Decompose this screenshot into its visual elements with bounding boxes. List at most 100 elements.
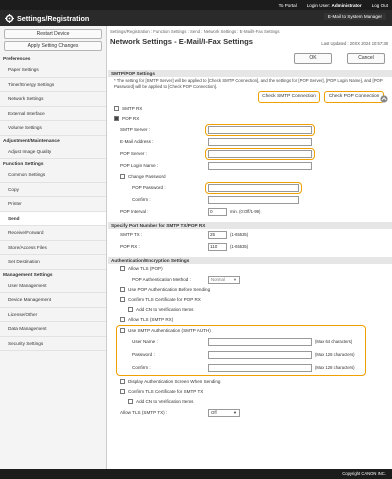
smtp-server-input[interactable]: [208, 125, 312, 134]
logout-link[interactable]: Log Out: [372, 3, 388, 8]
smtp-confirm-input[interactable]: [208, 363, 312, 372]
display-auth-label: Display Authentication Screen When Sendi…: [128, 378, 221, 384]
sidebar-item-timer-energy[interactable]: Timer/Energy Settings: [0, 77, 106, 92]
pop-interval-unit: min. (0:Off/1-99): [230, 208, 261, 214]
sidebar-section-function: Function Settings: [3, 162, 44, 167]
sidebar-item-device-management[interactable]: Device Management: [0, 293, 106, 308]
add-cn-pop-checkbox[interactable]: [128, 306, 133, 312]
pop-confirm-input[interactable]: [208, 195, 299, 204]
display-auth-checkbox[interactable]: [120, 378, 125, 384]
gear-icon: [4, 13, 14, 23]
sidebar-item-security-settings[interactable]: Security Settings: [0, 336, 106, 351]
sidebar-item-send[interactable]: Send: [0, 211, 106, 226]
footer: Copyright CANON INC.: [0, 469, 392, 479]
main-panel: Settings/Registration : Function Setting…: [108, 26, 392, 469]
smtp-confirm-label: Confirm :: [132, 364, 151, 370]
check-smtp-connection-button[interactable]: Check SMTP Connection: [258, 90, 320, 103]
pop-auth-method-select[interactable]: Normal ▼: [208, 275, 240, 284]
pop-login-input[interactable]: [208, 161, 312, 170]
app-title: Settings/Registration: [17, 13, 90, 23]
smtp-tx-port-input[interactable]: 25: [208, 230, 227, 239]
sidebar-item-license-other[interactable]: License/Other: [0, 307, 106, 322]
sidebar-item-receive-forward[interactable]: Receive/Forward: [0, 226, 106, 241]
use-pop-auth-checkbox[interactable]: [120, 286, 125, 292]
pop-rx-checkbox[interactable]: [114, 115, 119, 121]
settings-form: SMTP/POP Settings * The setting for [SMT…: [108, 67, 392, 469]
add-cn-pop-label: Add CN to Verification Items: [136, 306, 194, 312]
sidebar-item-printer[interactable]: Printer: [0, 197, 106, 212]
pop-interval-label: POP Interval :: [120, 208, 149, 214]
email-system-manager-link[interactable]: E-Mail to System Manager: [323, 13, 386, 20]
allow-tls-pop-label: Allow TLS (POP): [128, 265, 163, 271]
user-name-input[interactable]: [208, 337, 312, 346]
use-smtp-auth-checkbox[interactable]: [120, 327, 125, 333]
smtp-pop-note: * The setting for [SMTP Server] will be …: [114, 78, 383, 89]
confirm-tls-pop-checkbox[interactable]: [120, 296, 125, 302]
smtp-password-label: Password :: [132, 351, 155, 357]
confirm-tls-smtp-label: Confirm TLS Certificate for SMTP TX: [128, 388, 204, 394]
allow-tls-smtp-tx-select[interactable]: Off ▼: [208, 408, 240, 417]
pop-password-label: POP Password :: [132, 184, 166, 190]
auth-heading: Authentication/Encryption Settings: [108, 256, 392, 264]
change-password-checkbox[interactable]: [120, 173, 125, 179]
sidebar: Restart Device Apply Setting Changes Pre…: [0, 26, 107, 469]
confirm-tls-pop-label: Confirm TLS Certificate for POP RX: [128, 296, 201, 302]
email-address-label: E-Mail Address :: [120, 138, 154, 144]
smtp-rx-checkbox[interactable]: [114, 105, 119, 111]
smtp-password-input[interactable]: [208, 350, 312, 359]
apply-setting-changes-button[interactable]: Apply Setting Changes: [4, 41, 102, 51]
scroll-top-icon[interactable]: [380, 95, 388, 105]
pop-rx-range: (1-65535): [230, 243, 249, 249]
copyright: Copyright CANON INC.: [342, 471, 386, 476]
check-pop-connection-button[interactable]: Check POP Connection: [324, 90, 384, 103]
pop-password-input[interactable]: [208, 183, 299, 192]
pop-rx-label: POP RX: [122, 115, 140, 121]
smtp-confirm-max: (Max 128 characters): [315, 364, 355, 370]
restart-device-button[interactable]: Restart Device: [4, 29, 102, 39]
confirm-tls-smtp-checkbox[interactable]: [120, 388, 125, 394]
sidebar-item-adjust-image-quality[interactable]: Adjust Image Quality: [0, 144, 106, 159]
sidebar-item-store-access-files[interactable]: Store/Access Files: [0, 240, 106, 255]
top-bar: To Portal Login User: Administrator Log …: [0, 0, 392, 10]
pop-rx-port-input[interactable]: 110: [208, 242, 227, 251]
sidebar-section-preferences: Preferences: [3, 57, 31, 62]
sidebar-item-data-management[interactable]: Data Management: [0, 322, 106, 337]
sidebar-item-external-interface[interactable]: External Interface: [0, 106, 106, 121]
cancel-button[interactable]: Cancel: [347, 53, 385, 64]
sidebar-item-paper-settings[interactable]: Paper Settings: [0, 63, 106, 78]
sidebar-item-network-settings[interactable]: Network Settings: [0, 92, 106, 107]
smtp-password-max: (Max 128 characters): [315, 351, 355, 357]
allow-tls-pop-checkbox[interactable]: [120, 265, 125, 271]
pop-confirm-label: Confirm :: [132, 196, 151, 202]
pop-rx-port-label: POP RX :: [120, 243, 140, 249]
login-user-label: Login User: Administrator: [306, 2, 362, 8]
smtp-tx-label: SMTP TX :: [120, 231, 143, 237]
add-cn-smtp-checkbox[interactable]: [128, 398, 133, 404]
sidebar-item-set-destination[interactable]: Set Destination: [0, 255, 106, 270]
pop-login-label: POP Login Name :: [120, 162, 159, 168]
allow-tls-smtp-rx-label: Allow TLS (SMTP RX): [128, 316, 174, 322]
ok-button[interactable]: OK: [294, 53, 332, 64]
ports-heading: Specify Port Number for SMTP TX/POP RX: [108, 221, 392, 229]
sidebar-section-adjustment: Adjustment/Maintenance: [3, 138, 60, 144]
smtp-pop-heading: SMTP/POP Settings: [108, 70, 392, 77]
chevron-down-icon: ▼: [233, 276, 237, 282]
sidebar-item-user-management[interactable]: User Management: [0, 278, 106, 293]
allow-tls-smtp-tx-label: Allow TLS (SMTP TX) :: [120, 409, 168, 415]
pop-interval-input[interactable]: 0: [208, 207, 227, 216]
use-pop-auth-label: Use POP Authentication Before Sending: [128, 286, 211, 292]
smtp-rx-label: SMTP RX: [122, 105, 143, 111]
sidebar-item-volume-settings[interactable]: Volume Settings: [0, 121, 106, 136]
smtp-tx-range: (1-65535): [230, 231, 249, 237]
use-smtp-auth-label: Use SMTP Authentication (SMTP AUTH): [128, 327, 211, 333]
pop-auth-method-value: Normal: [211, 276, 225, 282]
sidebar-item-common-settings[interactable]: Common Settings: [0, 168, 106, 183]
pop-server-input[interactable]: [208, 149, 312, 158]
allow-tls-smtp-rx-checkbox[interactable]: [120, 316, 125, 322]
pop-server-label: POP Server :: [120, 150, 147, 156]
sidebar-item-copy[interactable]: Copy: [0, 182, 106, 197]
last-updated: Last Updated : 20XX 2024 10:57:38: [321, 41, 388, 46]
user-name-label: User Name :: [132, 338, 158, 344]
email-address-input[interactable]: [208, 137, 312, 146]
portal-link[interactable]: To Portal: [279, 3, 297, 8]
